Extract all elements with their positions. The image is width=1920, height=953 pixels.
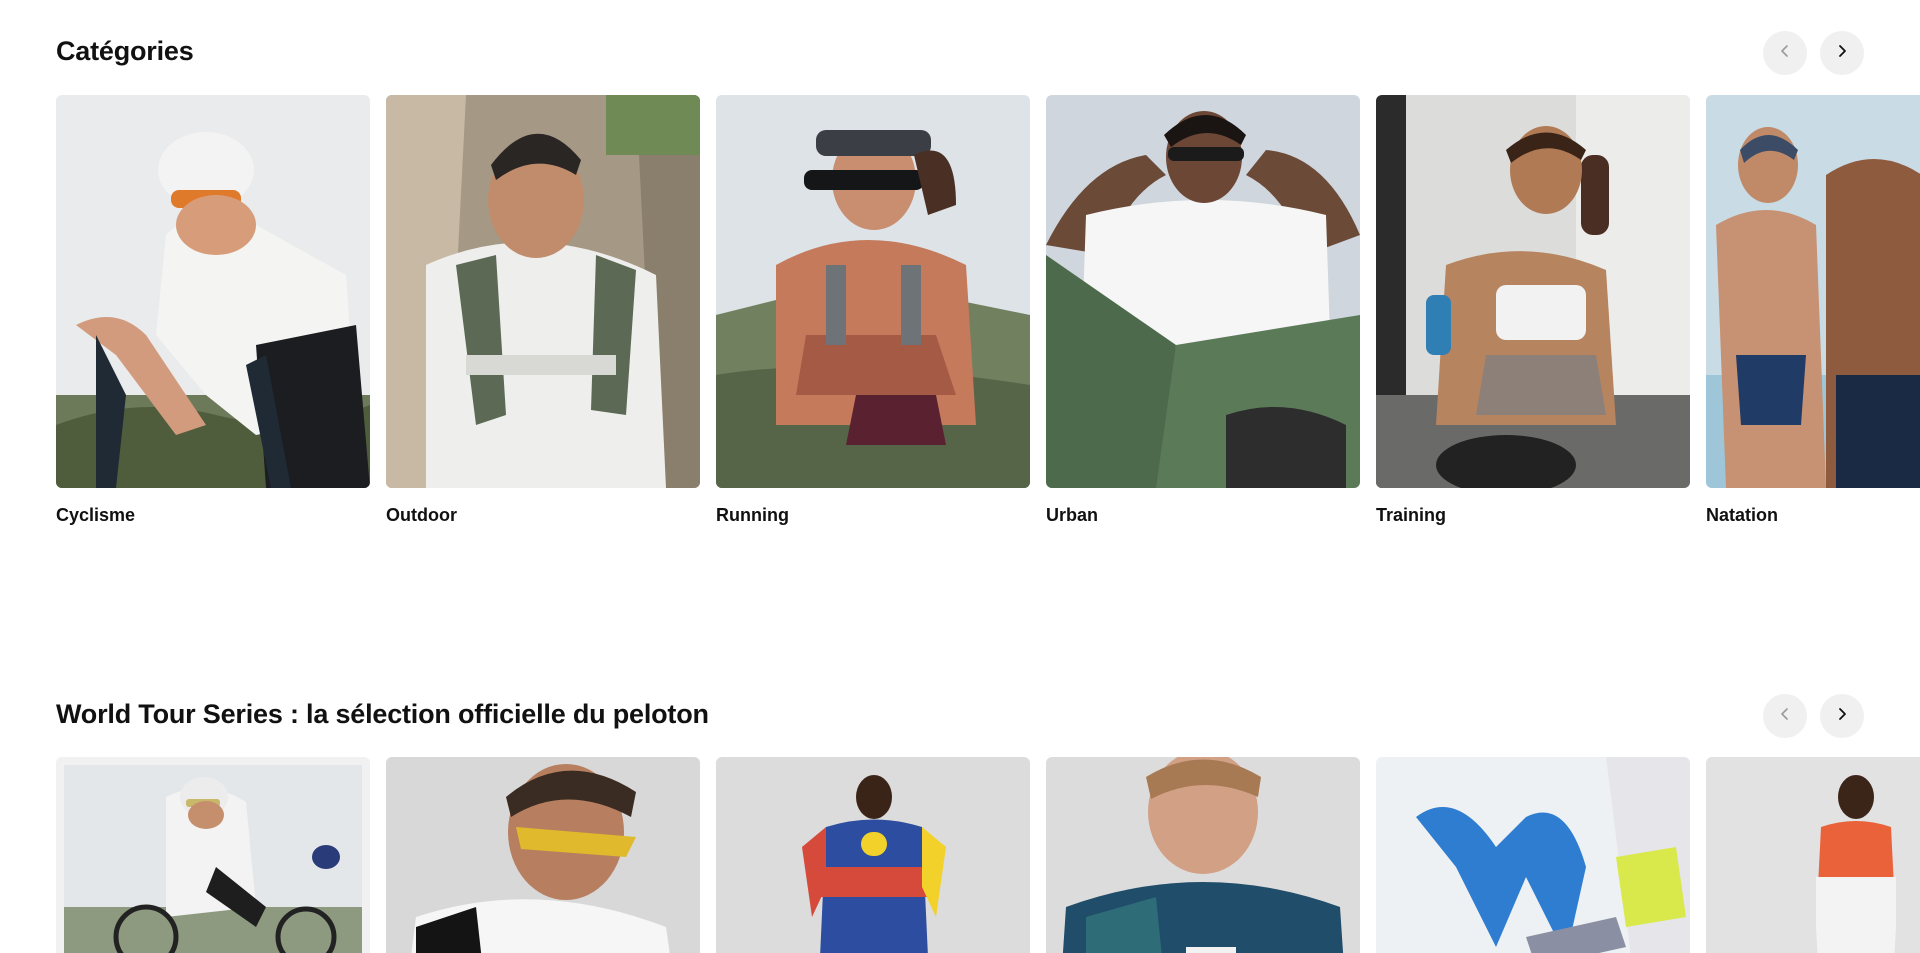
category-label-training: Training [1376, 505, 1447, 525]
category-image-urban [1046, 95, 1360, 488]
chevron-right-icon [1834, 43, 1850, 64]
categories-carousel[interactable]: Cyclisme Outdoor Running Urban Training … [56, 95, 1920, 555]
category-image-running [716, 95, 1030, 488]
categories-title: Catégories [56, 36, 194, 66]
category-image-cyclisme [56, 95, 370, 488]
product-card[interactable] [56, 757, 370, 953]
categories-prev-button[interactable] [1763, 31, 1807, 75]
category-card-running[interactable]: Running [716, 95, 1030, 525]
category-label-outdoor: Outdoor [386, 505, 457, 525]
product-card[interactable] [1046, 757, 1360, 953]
category-image-training [1376, 95, 1690, 488]
world-tour-carousel[interactable] [56, 757, 1920, 953]
chevron-right-icon [1834, 706, 1850, 727]
category-card-urban[interactable]: Urban [1046, 95, 1360, 525]
category-card-natation[interactable]: Natation [1706, 95, 1920, 525]
product-card[interactable] [716, 757, 1030, 953]
category-card-training[interactable]: Training [1376, 95, 1690, 525]
product-card[interactable] [1706, 757, 1920, 953]
category-card-cyclisme[interactable]: Cyclisme [56, 95, 370, 525]
world-tour-prev-button[interactable] [1763, 694, 1807, 738]
categories-section: Catégories Cyclisme Outdoor Running Urba… [0, 0, 1920, 560]
categories-next-button[interactable] [1820, 31, 1864, 75]
world-tour-title: World Tour Series : la sélection officie… [56, 699, 709, 729]
product-card[interactable] [1376, 757, 1690, 953]
cyclist-sunglasses-photo [386, 757, 700, 953]
category-card-outdoor[interactable]: Outdoor [386, 95, 700, 525]
category-label-cyclisme: Cyclisme [56, 505, 136, 525]
chevron-left-icon [1777, 43, 1793, 64]
category-label-natation: Natation [1706, 505, 1778, 525]
category-label-running: Running [716, 505, 789, 525]
orange-jersey-rider-photo [1706, 757, 1920, 953]
world-tour-next-button[interactable] [1820, 694, 1864, 738]
category-label-urban: Urban [1046, 505, 1099, 525]
chevron-left-icon [1777, 706, 1793, 727]
world-tour-section: World Tour Series : la sélection officie… [0, 663, 1920, 953]
team-cyclists-race-photo [56, 757, 370, 953]
movistar-jersey-closeup-photo [1376, 757, 1690, 953]
product-card[interactable] [386, 757, 700, 953]
blue-jersey-rider-photo [1046, 757, 1360, 953]
trek-lidl-jersey-photo [716, 757, 1030, 953]
category-image-natation [1706, 95, 1920, 488]
category-image-outdoor [386, 95, 700, 488]
